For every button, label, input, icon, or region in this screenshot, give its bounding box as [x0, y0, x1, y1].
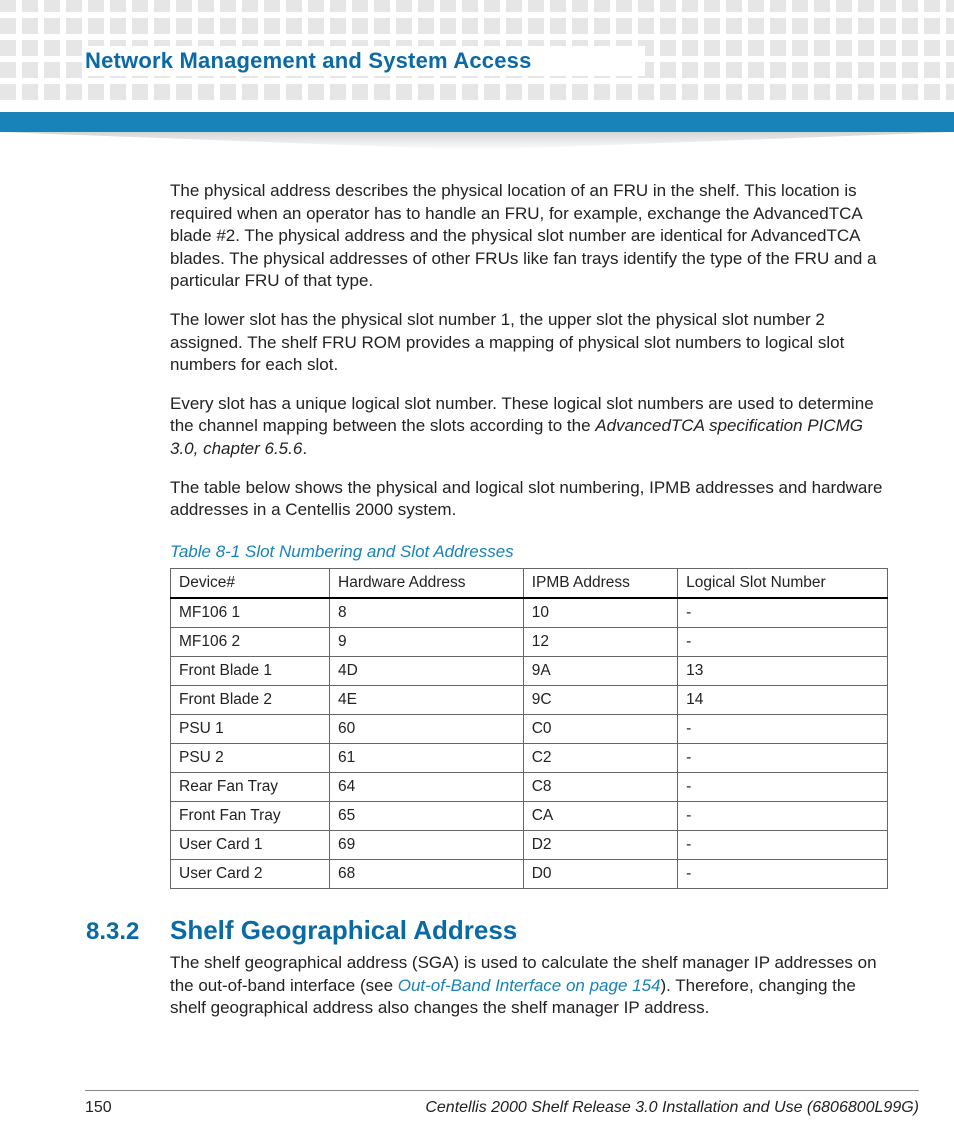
- cross-reference-link[interactable]: Out-of-Band Interface on page 154: [398, 976, 661, 995]
- table-row: PSU 261C2-: [171, 743, 888, 772]
- table-row: MF106 2912-: [171, 627, 888, 656]
- paragraph: The physical address describes the physi…: [170, 180, 888, 293]
- paragraph: The lower slot has the physical slot num…: [170, 309, 888, 377]
- table-cell: Front Blade 2: [171, 685, 330, 714]
- table-cell: 69: [330, 830, 524, 859]
- table-cell: -: [678, 598, 888, 628]
- table-cell: Front Blade 1: [171, 656, 330, 685]
- table-cell: 4E: [330, 685, 524, 714]
- table-cell: 60: [330, 714, 524, 743]
- table-cell: PSU 2: [171, 743, 330, 772]
- table-row: Front Blade 24E9C14: [171, 685, 888, 714]
- table-cell: Rear Fan Tray: [171, 772, 330, 801]
- page-footer: 150 Centellis 2000 Shelf Release 3.0 Ins…: [85, 1090, 919, 1117]
- table-cell: PSU 1: [171, 714, 330, 743]
- table-cell: 9: [330, 627, 524, 656]
- table-cell: 10: [523, 598, 677, 628]
- section-heading: 8.3.2 Shelf Geographical Address: [86, 915, 888, 946]
- table-cell: MF106 1: [171, 598, 330, 628]
- table-row: User Card 169D2-: [171, 830, 888, 859]
- header-shadow-wedge: [0, 132, 954, 150]
- paragraph: The table below shows the physical and l…: [170, 477, 888, 522]
- table-cell: -: [678, 714, 888, 743]
- table-cell: -: [678, 830, 888, 859]
- table-cell: User Card 2: [171, 859, 330, 888]
- table-row: Rear Fan Tray64C8-: [171, 772, 888, 801]
- table-cell: C2: [523, 743, 677, 772]
- col-header: IPMB Address: [523, 568, 677, 598]
- table-cell: D2: [523, 830, 677, 859]
- table-cell: 9C: [523, 685, 677, 714]
- table-cell: 9A: [523, 656, 677, 685]
- page-number: 150: [85, 1099, 112, 1117]
- table-cell: CA: [523, 801, 677, 830]
- table-cell: 13: [678, 656, 888, 685]
- table-cell: -: [678, 772, 888, 801]
- page-content: The physical address describes the physi…: [170, 180, 888, 1036]
- header-accent-bar: [0, 112, 954, 132]
- table-row: MF106 1810-: [171, 598, 888, 628]
- table-cell: User Card 1: [171, 830, 330, 859]
- text-run: .: [302, 439, 307, 458]
- table-row: User Card 268D0-: [171, 859, 888, 888]
- table-cell: 12: [523, 627, 677, 656]
- table-row: Front Blade 14D9A13: [171, 656, 888, 685]
- slot-address-table: Device# Hardware Address IPMB Address Lo…: [170, 568, 888, 889]
- col-header: Logical Slot Number: [678, 568, 888, 598]
- paragraph: Every slot has a unique logical slot num…: [170, 393, 888, 461]
- document-reference: Centellis 2000 Shelf Release 3.0 Install…: [425, 1099, 919, 1117]
- col-header: Hardware Address: [330, 568, 524, 598]
- chapter-header: Network Management and System Access: [85, 46, 645, 76]
- table-cell: -: [678, 859, 888, 888]
- table-row: PSU 160C0-: [171, 714, 888, 743]
- table-caption: Table 8-1 Slot Numbering and Slot Addres…: [170, 542, 888, 562]
- table-cell: 4D: [330, 656, 524, 685]
- table-cell: 68: [330, 859, 524, 888]
- table-cell: Front Fan Tray: [171, 801, 330, 830]
- table-cell: -: [678, 743, 888, 772]
- table-cell: -: [678, 801, 888, 830]
- section-title: Shelf Geographical Address: [170, 915, 517, 946]
- section-number: 8.3.2: [86, 918, 142, 946]
- col-header: Device#: [171, 568, 330, 598]
- table-cell: MF106 2: [171, 627, 330, 656]
- table-cell: C0: [523, 714, 677, 743]
- table-cell: 61: [330, 743, 524, 772]
- paragraph: The shelf geographical address (SGA) is …: [170, 952, 888, 1020]
- chapter-title: Network Management and System Access: [85, 48, 532, 74]
- table-cell: 65: [330, 801, 524, 830]
- table-cell: 14: [678, 685, 888, 714]
- table-cell: C8: [523, 772, 677, 801]
- table-row: Front Fan Tray65CA-: [171, 801, 888, 830]
- table-cell: 8: [330, 598, 524, 628]
- table-header-row: Device# Hardware Address IPMB Address Lo…: [171, 568, 888, 598]
- table-cell: 64: [330, 772, 524, 801]
- table-cell: D0: [523, 859, 677, 888]
- table-cell: -: [678, 627, 888, 656]
